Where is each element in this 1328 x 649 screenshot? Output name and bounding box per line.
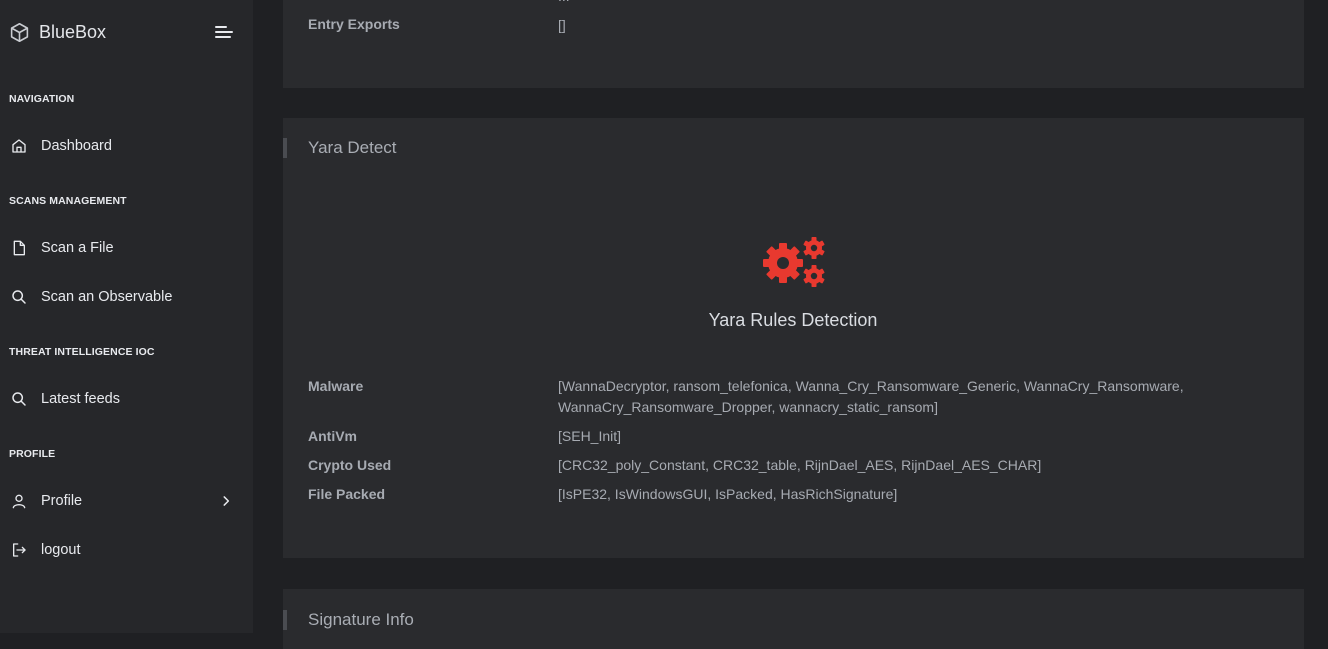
cut-off-text: ...: [558, 0, 570, 4]
card-header: Signature Info: [283, 610, 414, 630]
sidebar-item-scan-observable[interactable]: Scan an Observable: [0, 282, 253, 312]
section-title-profile: PROFILE: [9, 448, 56, 460]
sidebar: BlueBox NAVIGATION Dashboard SCANS MANAG…: [0, 0, 253, 633]
malware-value: [WannaDecryptor, ransom_telefonica, Wann…: [558, 378, 1184, 415]
logout-icon: [13, 543, 26, 557]
entry-exports-value: []: [558, 17, 566, 33]
file-packed-value: [IsPE32, IsWindowsGUI, IsPacked, HasRich…: [558, 486, 898, 502]
yara-detection-title: Yara Rules Detection: [708, 310, 878, 330]
section-title-navigation: NAVIGATION: [9, 93, 75, 105]
sidebar-item-label: Latest feeds: [41, 391, 120, 407]
search-icon: [12, 290, 26, 304]
sidebar-item-label: Profile: [41, 493, 83, 509]
menu-toggle-icon[interactable]: [215, 24, 233, 40]
sidebar-item-label: Scan an Observable: [41, 289, 173, 305]
sidebar-item-logout[interactable]: logout: [0, 535, 253, 565]
crypto-used-value: [CRC32_poly_Constant, CRC32_table, RijnD…: [558, 457, 1042, 473]
home-icon: [12, 139, 26, 153]
sidebar-item-label: Scan a File: [41, 240, 114, 256]
card-title-bar: [283, 610, 287, 630]
user-icon: [12, 494, 26, 509]
card-header: Yara Detect: [283, 138, 397, 158]
entry-exports-label: Entry Exports: [308, 16, 400, 32]
signature-info-card: Signature Info: [283, 589, 1304, 649]
sidebar-item-profile[interactable]: Profile: [0, 486, 253, 516]
chevron-right-icon: [223, 496, 230, 506]
sidebar-item-dashboard[interactable]: Dashboard: [0, 131, 253, 161]
search-icon: [12, 392, 26, 406]
brand[interactable]: BlueBox: [9, 18, 106, 46]
sidebar-item-label: logout: [41, 542, 81, 558]
card-title: Yara Detect: [308, 138, 397, 157]
card-title-bar: [283, 138, 287, 158]
antivm-label: AntiVm: [308, 428, 357, 444]
file-packed-label: File Packed: [308, 486, 386, 502]
malware-label: Malware: [308, 378, 364, 394]
antivm-value: [SEH_Init]: [558, 428, 622, 444]
sidebar-item-scan-file[interactable]: Scan a File: [0, 233, 253, 263]
sidebar-item-label: Dashboard: [41, 138, 112, 154]
card-title: Signature Info: [308, 610, 414, 629]
crypto-used-label: Crypto Used: [308, 457, 392, 473]
section-title-threat-intel: THREAT INTELLIGENCE IOC: [9, 346, 155, 358]
cube-icon: [10, 22, 29, 42]
app-name: BlueBox: [39, 21, 107, 42]
gears-icon: [763, 237, 825, 287]
sidebar-item-latest-feeds[interactable]: Latest feeds: [0, 384, 253, 414]
exports-card: [283, 0, 1304, 88]
file-icon: [13, 240, 25, 256]
section-title-scans: SCANS MANAGEMENT: [9, 195, 127, 207]
